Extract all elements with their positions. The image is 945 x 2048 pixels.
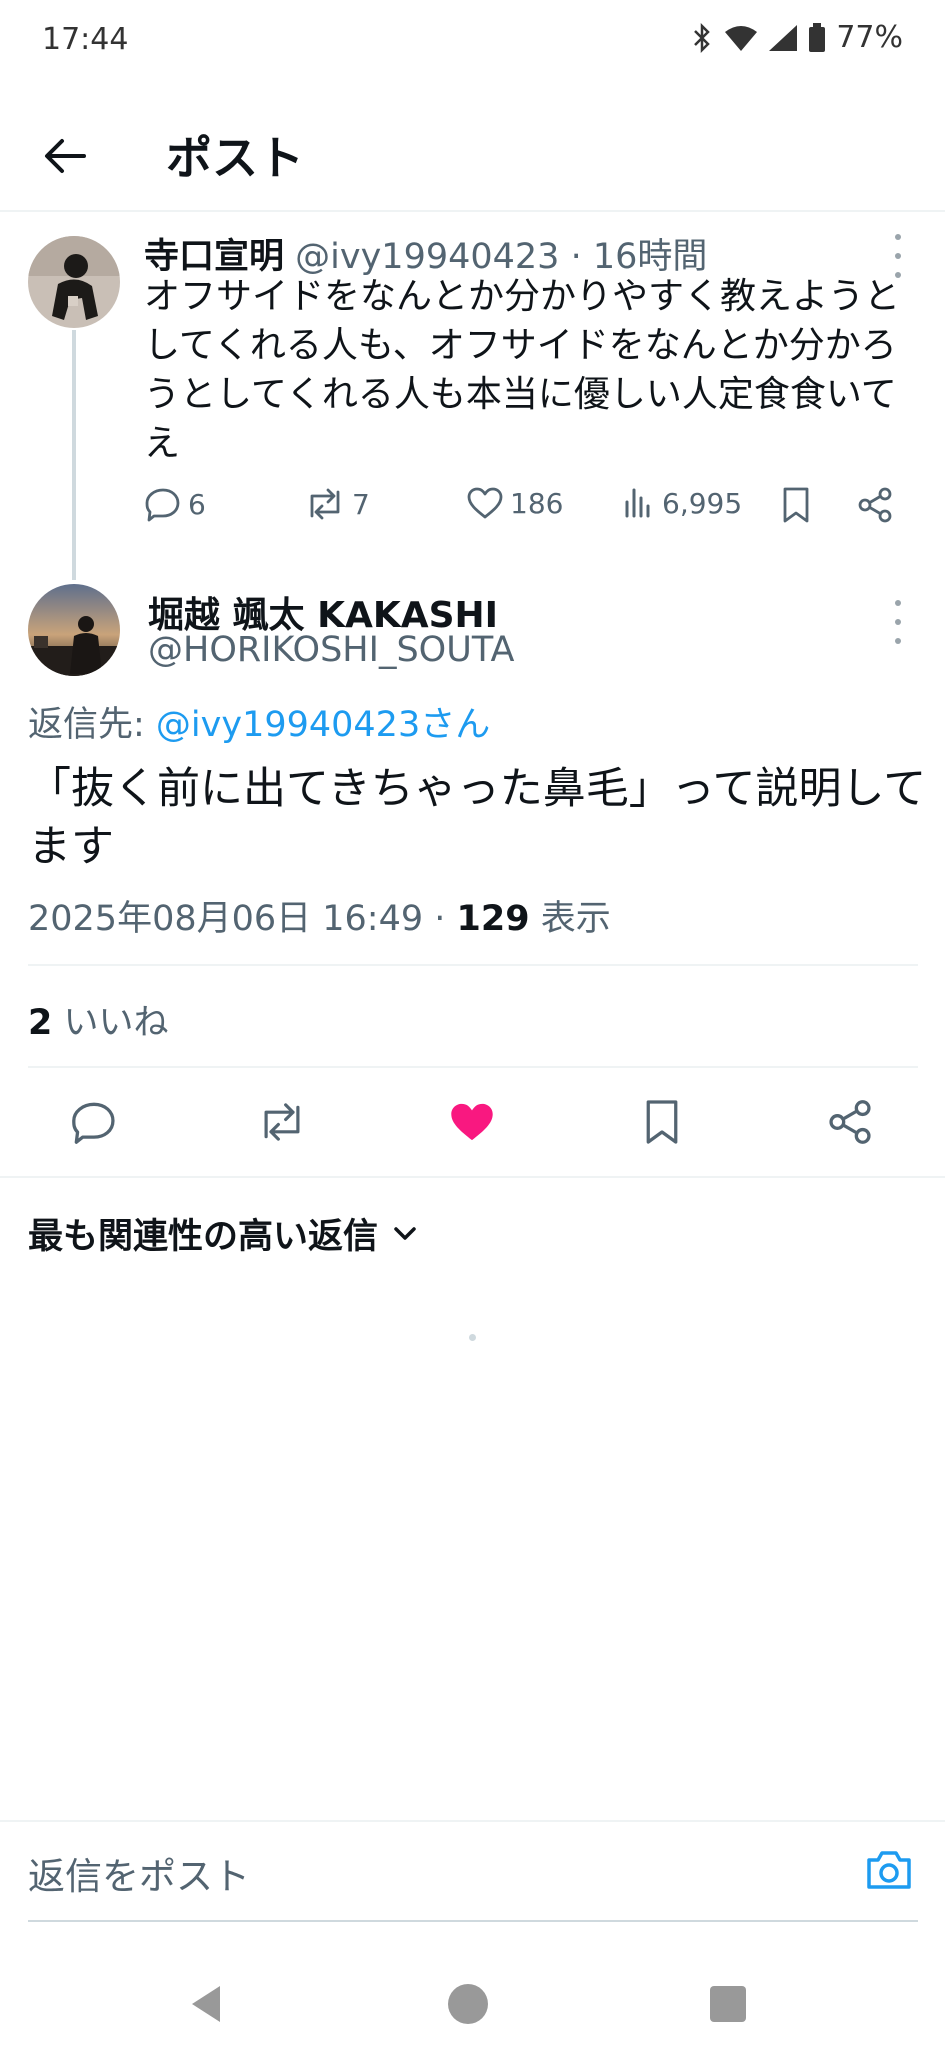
post2-text: 「抜く前に出てきちゃった鼻毛」って説明してます — [28, 764, 927, 872]
post1-repost-count: 7 — [352, 487, 370, 521]
post2-handle[interactable]: @HORIKOSHI_SOUTA — [148, 630, 514, 670]
header: ポスト — [0, 100, 945, 210]
loading-indicator — [469, 1334, 476, 1341]
chevron-down-icon — [394, 1226, 416, 1240]
post2-like-label: いいね — [52, 1003, 169, 1043]
post1-actions: 6 7 186 6,995 — [144, 486, 904, 536]
nav-home-button[interactable] — [440, 1976, 496, 2032]
post2-more-icon[interactable] — [888, 600, 908, 644]
share-icon — [858, 487, 892, 523]
square-recents-icon — [710, 1986, 746, 2022]
camera-button[interactable] — [863, 1844, 915, 1896]
post2-repost-button[interactable] — [252, 1092, 312, 1152]
post1-time[interactable]: 16時間 — [593, 237, 708, 277]
reply-composer: 返信をポスト — [0, 1822, 945, 1922]
reply-sort-label: 最も関連性の高い返信 — [28, 1217, 379, 1257]
composer-underline — [28, 1920, 918, 1922]
reply-to-prefix: 返信先: — [28, 705, 156, 745]
heart-filled-icon — [451, 1103, 493, 1141]
status-icons: 77% — [690, 20, 903, 55]
thread-line — [72, 330, 76, 580]
reply-icon — [72, 1102, 115, 1144]
avatar-post1[interactable] — [28, 236, 120, 328]
signal-icon — [769, 24, 798, 51]
post1-views-button[interactable]: 6,995 — [622, 486, 742, 520]
post1-like-button[interactable]: 186 — [466, 486, 563, 520]
post1-reply-count: 6 — [188, 487, 206, 521]
views-icon — [625, 488, 650, 518]
post2-like-count: 2 — [28, 1003, 53, 1043]
reply-to-link[interactable]: @ivy19940423さん — [156, 705, 490, 745]
post2-like-button[interactable] — [442, 1092, 502, 1152]
header-divider — [0, 210, 945, 212]
wifi-icon — [725, 25, 758, 51]
post2-reply-button[interactable] — [64, 1092, 124, 1152]
reply-sort-dropdown[interactable]: 最も関連性の高い返信 — [28, 1208, 418, 1259]
actions-divider — [0, 1176, 945, 1178]
post1-bookmark-button[interactable] — [780, 486, 812, 524]
circle-home-icon — [448, 1984, 488, 2024]
back-button[interactable] — [36, 128, 92, 184]
post1-text: オフサイドをなんとか分かりやすく教えようとしてくれる人も、オフサイドをなんとか分… — [144, 276, 901, 464]
nav-back-button[interactable] — [178, 1976, 234, 2032]
bookmark-icon — [646, 1100, 678, 1144]
reply-to-line: 返信先: @ivy19940423さん — [28, 696, 490, 747]
repost-icon — [264, 1103, 300, 1141]
post1-reply-button[interactable]: 6 — [144, 486, 206, 522]
post2-datetime[interactable]: 2025年08月06日 16:49 · — [28, 899, 457, 939]
triangle-back-icon — [192, 1986, 220, 2022]
bookmark-icon — [783, 487, 809, 523]
post1-handle[interactable]: @ivy19940423 — [295, 237, 559, 277]
post1-share-button[interactable] — [856, 486, 894, 524]
post2-share-button[interactable] — [820, 1092, 880, 1152]
post1-separator: · — [570, 237, 593, 277]
battery-icon — [809, 22, 826, 52]
post1-view-count: 6,995 — [662, 486, 743, 520]
repost-icon — [310, 488, 340, 520]
camera-icon — [867, 1851, 911, 1889]
status-bar: 17:44 77% — [0, 0, 945, 84]
share-icon — [829, 1100, 871, 1144]
back-arrow-icon — [45, 139, 86, 173]
battery-percent: 77% — [836, 20, 903, 55]
meta-divider — [28, 964, 918, 966]
post1-like-count: 186 — [510, 486, 564, 520]
heart-icon — [467, 487, 503, 519]
post2-actions — [0, 1092, 945, 1152]
status-time: 17:44 — [42, 22, 129, 57]
post2-meta: 2025年08月06日 16:49 · 129 表示 — [28, 890, 611, 941]
nav-recents-button[interactable] — [700, 1976, 756, 2032]
post2-bookmark-button[interactable] — [632, 1092, 692, 1152]
page-title: ポスト — [166, 131, 304, 185]
post1-author-name[interactable]: 寺口宣明 — [144, 237, 284, 277]
post2-likes[interactable]: 2 いいね — [28, 994, 169, 1045]
likes-divider — [28, 1066, 918, 1068]
reply-input[interactable]: 返信をポスト — [28, 1846, 250, 1900]
avatar-post2[interactable] — [28, 584, 120, 676]
post1-repost-button[interactable]: 7 — [304, 486, 370, 522]
reply-icon — [145, 488, 180, 522]
post2-view-count: 129 — [456, 899, 530, 939]
system-nav-bar — [0, 1960, 945, 2048]
bluetooth-icon — [694, 22, 711, 53]
post2-view-label: 表示 — [529, 899, 611, 939]
